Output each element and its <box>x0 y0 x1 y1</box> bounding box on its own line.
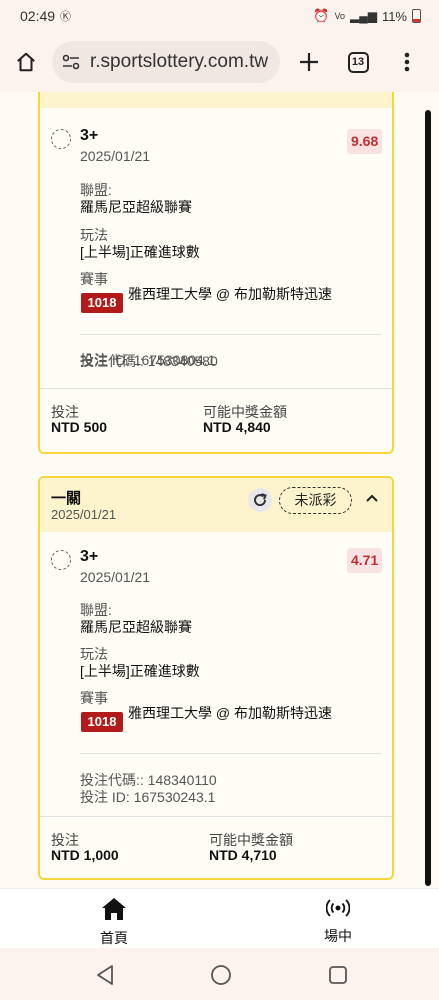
event-number-badge: 1018 <box>81 712 123 732</box>
nav-live[interactable]: 場中 <box>298 897 378 946</box>
page-content: 3+ 2025/01/21 9.68 聯盟: 羅馬尼亞超級聯賽 玩法 [上半場]… <box>0 92 439 888</box>
market-name: [上半場]正確進球數 <box>80 244 200 260</box>
status-bar: 02:49 Ⓚ ⏰ Vo ▂▄▆ 11% <box>0 0 439 32</box>
bet-selection: 3+ 2025/01/21 4.71 聯盟: 羅馬尼亞超級聯賽 玩法 [上半場]… <box>40 532 392 814</box>
broadcast-icon <box>325 899 351 917</box>
selection-date: 2025/01/21 <box>80 569 151 585</box>
event-label: 賽事 <box>80 690 108 706</box>
refresh-button[interactable] <box>248 488 272 512</box>
bet-date: 2025/01/21 <box>51 507 117 522</box>
footer-divider <box>40 388 392 389</box>
footer-divider <box>40 816 392 817</box>
tune-icon[interactable] <box>62 54 80 70</box>
league-name: 羅馬尼亞超級聯賽 <box>80 199 192 215</box>
battery-icon <box>412 9 421 23</box>
divider <box>80 334 382 335</box>
home-icon <box>17 52 35 72</box>
tab-switcher-button[interactable]: 13 <box>338 32 378 92</box>
event-name: 雅西理工大學 @ 布加勒斯特迅速 <box>128 286 332 302</box>
nav-live-label: 場中 <box>324 928 352 944</box>
home-circle-icon[interactable] <box>210 964 232 986</box>
stake-amount: NTD 1,000 <box>51 847 119 863</box>
volte-icon: Vo <box>334 11 345 21</box>
selection-name: 3+ <box>80 548 99 565</box>
bet-type: 一關 <box>51 490 82 507</box>
selection-name: 3+ <box>80 127 99 144</box>
selection-radio[interactable] <box>51 129 71 149</box>
refresh-icon <box>254 493 267 507</box>
bet-card-header[interactable]: 一關 2025/01/21 未派彩 <box>40 478 392 532</box>
recents-square-icon[interactable] <box>327 964 349 986</box>
home-icon <box>102 898 126 920</box>
event-number-badge: 1018 <box>81 293 123 313</box>
event-name: 雅西理工大學 @ 布加勒斯特迅速 <box>128 705 332 721</box>
odds-badge: 9.68 <box>347 129 383 154</box>
selection-date: 2025/01/21 <box>80 148 151 164</box>
system-nav-bar <box>0 948 439 1000</box>
event-label: 賽事 <box>80 271 108 287</box>
bet-id: 投注 ID: 167530804.1 <box>80 352 216 368</box>
odds-badge: 4.71 <box>347 548 383 573</box>
status-badge: 未派彩 <box>279 487 352 514</box>
browser-toolbar: r.sportslottery.com.tw 13 <box>0 32 439 92</box>
bet-card: 3+ 2025/01/21 9.68 聯盟: 羅馬尼亞超級聯賽 玩法 [上半場]… <box>38 92 394 454</box>
notification-icon: Ⓚ <box>60 11 72 23</box>
payout-amount: NTD 4,840 <box>203 419 271 435</box>
home-button[interactable] <box>0 32 52 92</box>
bottom-nav: 首頁 場中 <box>0 888 439 948</box>
status-icons: ⏰ Vo ▂▄▆ 11% <box>313 8 421 24</box>
url-text[interactable]: r.sportslottery.com.tw <box>90 51 268 73</box>
more-vert-icon[interactable] <box>378 32 436 92</box>
bet-card-header[interactable] <box>40 92 392 108</box>
bet-selection: 3+ 2025/01/21 9.68 聯盟: 羅馬尼亞超級聯賽 玩法 [上半場]… <box>40 108 392 376</box>
back-triangle-icon[interactable] <box>94 964 116 986</box>
battery-percent: 11% <box>381 8 407 24</box>
alarm-icon: ⏰ <box>313 8 330 23</box>
tab-count: 13 <box>347 51 369 73</box>
plus-icon <box>300 53 318 71</box>
scrollbar[interactable] <box>425 110 431 886</box>
signal-icon: ▂▄▆ <box>349 9 377 23</box>
new-tab-button[interactable] <box>280 32 338 92</box>
bet-id: 投注 ID: 167530243.1 <box>80 789 216 805</box>
chevron-up-icon[interactable] <box>364 490 380 506</box>
payout-amount: NTD 4,710 <box>209 847 277 863</box>
selection-radio[interactable] <box>51 550 71 570</box>
nav-home[interactable]: 首頁 <box>74 897 154 948</box>
nav-home-label: 首頁 <box>100 930 128 946</box>
bet-card: 一關 2025/01/21 未派彩 3+ 2025/01/21 4.71 聯盟:… <box>38 476 394 880</box>
divider <box>80 753 382 754</box>
market-name: [上半場]正確進球數 <box>80 663 200 679</box>
stake-amount: NTD 500 <box>51 419 108 435</box>
league-name: 羅馬尼亞超級聯賽 <box>80 619 192 635</box>
clock: 02:49 <box>20 8 56 24</box>
address-bar[interactable]: r.sportslottery.com.tw <box>52 41 280 83</box>
